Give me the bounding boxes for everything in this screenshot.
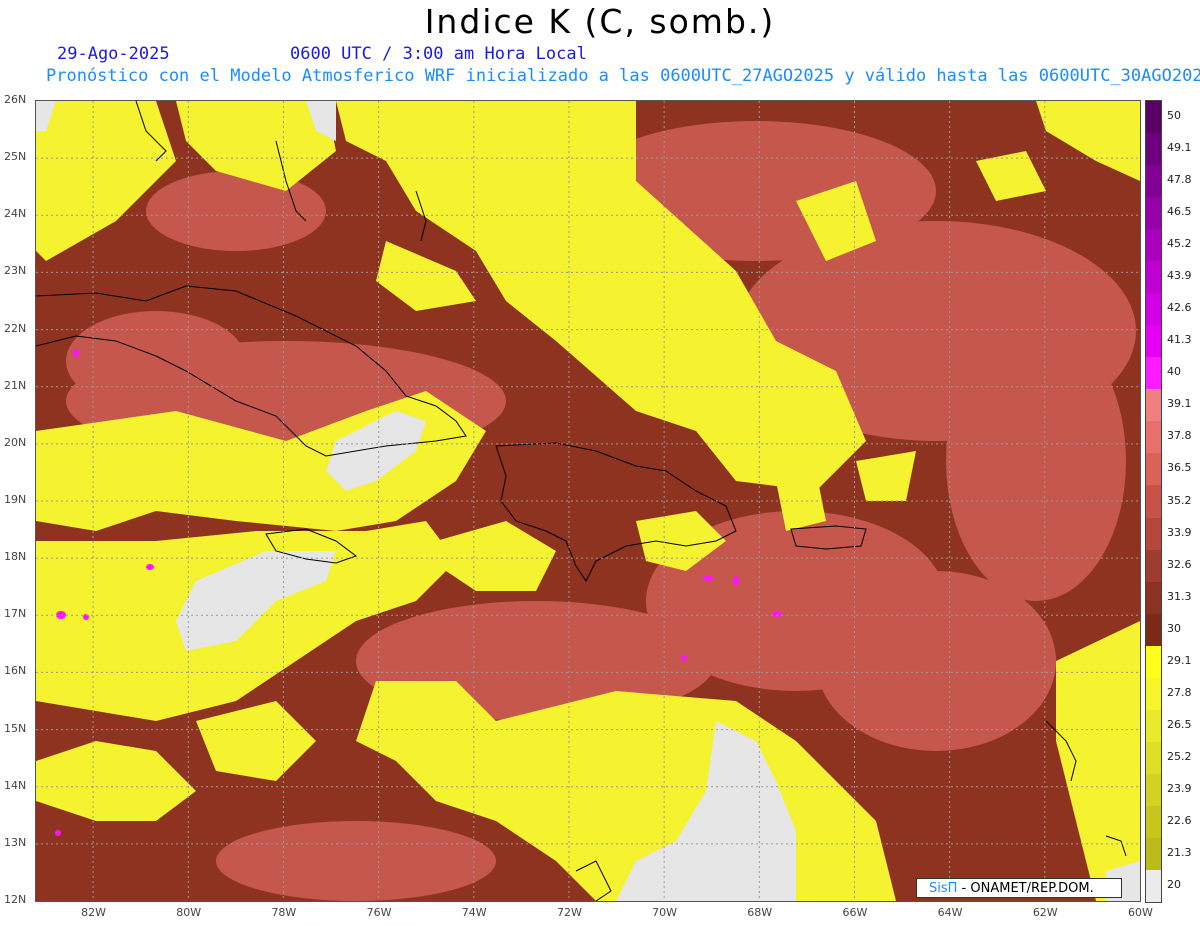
colorbar bbox=[1145, 100, 1162, 903]
lat-label: 16N bbox=[4, 664, 27, 678]
colorbar-label: 30 bbox=[1167, 621, 1181, 635]
forecast-time: 0600 UTC / 3:00 am Hora Local bbox=[290, 44, 587, 64]
colorbar-swatch bbox=[1146, 677, 1161, 711]
colorbar-swatch bbox=[1146, 293, 1161, 326]
colorbar-swatch bbox=[1146, 421, 1161, 454]
colorbar-swatch bbox=[1146, 261, 1161, 294]
lon-label: 80W bbox=[176, 906, 202, 919]
colorbar-label: 20 bbox=[1167, 877, 1181, 891]
colorbar-swatch bbox=[1146, 101, 1161, 134]
colorbar-swatch bbox=[1146, 165, 1161, 198]
map-panel bbox=[35, 100, 1141, 902]
colorbar-label: 41.3 bbox=[1167, 333, 1192, 347]
colorbar-swatch bbox=[1146, 389, 1161, 422]
colorbar-label: 47.8 bbox=[1167, 173, 1192, 187]
colorbar-swatch bbox=[1146, 133, 1161, 166]
brand-logo: SisΠ bbox=[929, 881, 958, 896]
lat-label: 15N bbox=[4, 721, 27, 735]
colorbar-swatch bbox=[1146, 741, 1161, 775]
colorbar-label: 29.1 bbox=[1167, 653, 1192, 667]
lon-label: 70W bbox=[652, 906, 677, 919]
lat-label: 18N bbox=[4, 550, 27, 564]
lat-label: 12N bbox=[4, 893, 27, 906]
colorbar-label: 37.8 bbox=[1167, 429, 1192, 443]
lat-label: 19N bbox=[4, 493, 27, 506]
lon-label: 66W bbox=[842, 906, 868, 919]
colorbar-label: 23.9 bbox=[1167, 781, 1192, 795]
colorbar-swatch bbox=[1146, 805, 1161, 839]
lon-label: 82W bbox=[81, 906, 106, 919]
colorbar-swatch bbox=[1146, 773, 1161, 807]
colorbar-label: 22.6 bbox=[1167, 813, 1192, 827]
model-description: Pronóstico con el Modelo Atmosferico WRF… bbox=[46, 66, 1200, 86]
lon-label: 76W bbox=[366, 906, 392, 919]
colorbar-label: 39.1 bbox=[1167, 397, 1192, 411]
lat-label: 25N bbox=[4, 150, 27, 164]
colorbar-label: 40 bbox=[1167, 365, 1181, 379]
colorbar-label: 42.6 bbox=[1167, 301, 1192, 315]
colorbar-swatch bbox=[1146, 325, 1161, 358]
colorbar-label: 31.3 bbox=[1167, 589, 1192, 603]
lat-label: 17N bbox=[4, 607, 27, 621]
colorbar-label: 46.5 bbox=[1167, 205, 1192, 219]
colorbar-label: 33.9 bbox=[1167, 525, 1192, 539]
k-index-map bbox=[36, 101, 1140, 901]
lon-label: 72W bbox=[556, 906, 582, 919]
colorbar-swatch bbox=[1146, 197, 1161, 230]
colorbar-label: 49.1 bbox=[1167, 141, 1192, 155]
colorbar-swatch bbox=[1146, 229, 1161, 262]
lat-label: 13N bbox=[4, 835, 27, 849]
lon-label: 62W bbox=[1032, 906, 1058, 919]
colorbar-swatch bbox=[1146, 613, 1161, 647]
lon-label: 68W bbox=[747, 906, 773, 919]
colorbar-label: 35.2 bbox=[1167, 493, 1192, 507]
forecast-date: 29-Ago-2025 bbox=[57, 44, 170, 64]
lat-label: 21N bbox=[4, 378, 27, 392]
credit-text: - ONAMET/REP.DOM. bbox=[957, 881, 1094, 896]
colorbar-swatch bbox=[1146, 837, 1161, 871]
colorbar-swatch bbox=[1146, 517, 1161, 551]
lon-label: 60W bbox=[1128, 906, 1153, 919]
lon-label: 74W bbox=[461, 906, 487, 919]
colorbar-label: 21.3 bbox=[1167, 845, 1192, 859]
credit-box: SisΠ - ONAMET/REP.DOM. bbox=[916, 878, 1122, 898]
colorbar-label: 25.2 bbox=[1167, 749, 1192, 763]
lat-label: 26N bbox=[4, 93, 27, 106]
colorbar-label: 27.8 bbox=[1167, 685, 1192, 699]
lat-label: 14N bbox=[4, 778, 27, 792]
colorbar-label: 45.2 bbox=[1167, 237, 1192, 251]
colorbar-swatch bbox=[1146, 549, 1161, 583]
colorbar-swatch bbox=[1146, 869, 1161, 903]
colorbar-swatch bbox=[1146, 485, 1161, 518]
lat-label: 20N bbox=[4, 435, 27, 449]
colorbar-label: 50 bbox=[1167, 109, 1181, 123]
colorbar-swatch bbox=[1146, 581, 1161, 615]
lat-label: 23N bbox=[4, 264, 27, 278]
colorbar-swatch bbox=[1146, 645, 1161, 679]
lon-label: 78W bbox=[271, 906, 297, 919]
colorbar-label: 32.6 bbox=[1167, 557, 1192, 571]
colorbar-label: 26.5 bbox=[1167, 717, 1192, 731]
lat-label: 24N bbox=[4, 207, 27, 221]
lat-label: 22N bbox=[4, 321, 27, 335]
colorbar-label: 43.9 bbox=[1167, 269, 1192, 283]
lon-label: 64W bbox=[937, 906, 963, 919]
colorbar-swatch bbox=[1146, 453, 1161, 486]
colorbar-swatch bbox=[1146, 709, 1161, 743]
map-title: Indice K (C, somb.) bbox=[424, 2, 776, 41]
colorbar-swatch bbox=[1146, 357, 1161, 390]
colorbar-label: 36.5 bbox=[1167, 461, 1192, 475]
